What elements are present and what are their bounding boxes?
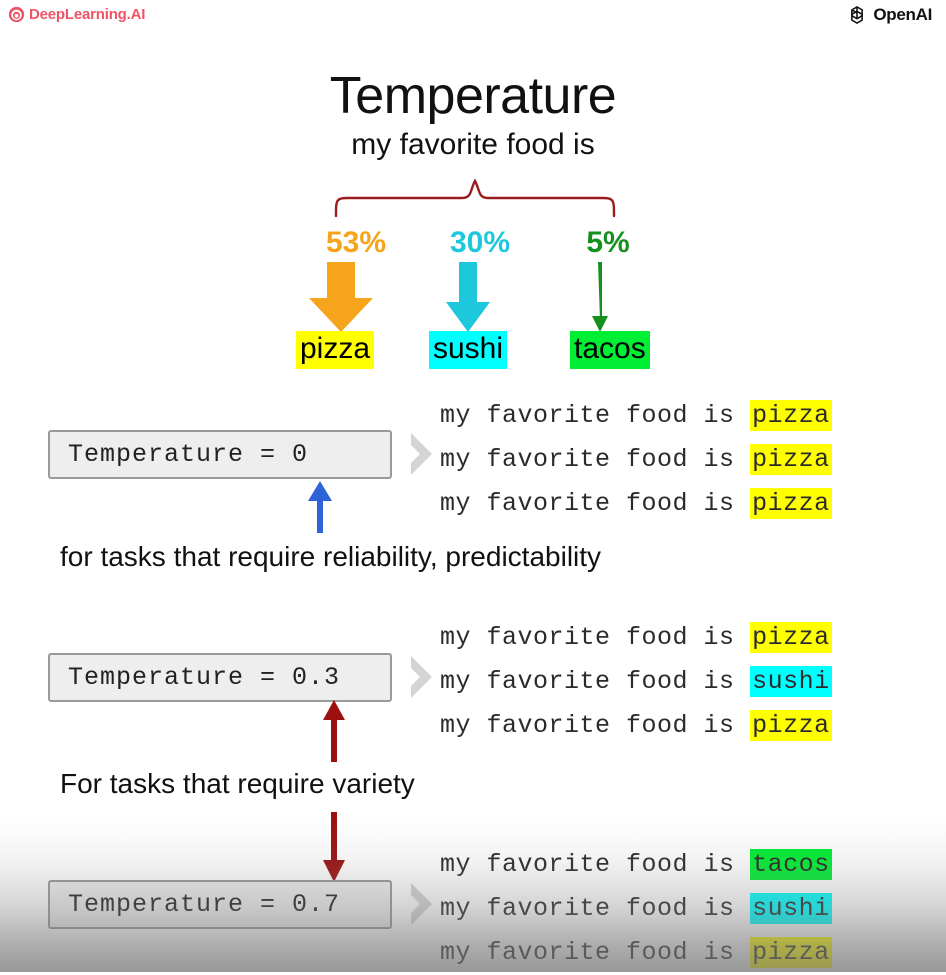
output-token: pizza <box>750 937 832 968</box>
output-token: pizza <box>750 488 832 519</box>
dark-red-down-arrow-icon <box>320 812 348 882</box>
output-line: my favorite food is sushi <box>440 887 832 931</box>
page-title: Temperature <box>329 67 617 125</box>
temperature-field-03-label: Temperature = 0.3 <box>68 663 341 692</box>
output-prefix: my favorite food is <box>440 850 751 879</box>
temperature-field-07[interactable]: Temperature = 0.7 <box>48 880 392 929</box>
output-list-temperature-03: my favorite food is pizza my favorite fo… <box>440 616 832 748</box>
output-line: my favorite food is pizza <box>440 438 832 482</box>
output-prefix: my favorite food is <box>440 445 751 474</box>
token-probability-sushi: 30% <box>449 226 511 259</box>
output-prefix: my favorite food is <box>440 489 751 518</box>
output-prefix: my favorite food is <box>440 623 751 652</box>
thin-down-arrow-icon <box>584 262 616 334</box>
temperature-field-07-label: Temperature = 0.7 <box>68 890 341 919</box>
output-token: sushi <box>750 666 832 697</box>
distribution-brace-icon <box>330 178 620 218</box>
token-label-tacos: tacos <box>570 331 650 369</box>
page-subtitle: my favorite food is <box>351 128 595 161</box>
temperature-field-0[interactable]: Temperature = 0 <box>48 430 392 479</box>
output-line: my favorite food is pizza <box>440 394 832 438</box>
chevron-right-icon <box>406 881 436 927</box>
blue-up-arrow-icon <box>306 481 334 533</box>
output-token: pizza <box>750 400 832 431</box>
temperature-field-03[interactable]: Temperature = 0.3 <box>48 653 392 702</box>
dark-red-up-arrow-icon <box>320 700 348 762</box>
output-prefix: my favorite food is <box>440 938 751 967</box>
output-line: my favorite food is pizza <box>440 931 832 975</box>
output-line: my favorite food is tacos <box>440 843 832 887</box>
openai-knot-icon <box>846 4 868 26</box>
output-prefix: my favorite food is <box>440 711 751 740</box>
token-label-sushi: sushi <box>429 331 508 369</box>
medium-down-arrow-icon <box>443 262 493 334</box>
deeplearning-ai-logo: DeepLearning.AI <box>8 6 145 23</box>
output-prefix: my favorite food is <box>440 894 751 923</box>
output-token: sushi <box>750 893 832 924</box>
thick-down-arrow-icon <box>305 262 377 334</box>
chevron-right-icon <box>406 431 436 477</box>
output-prefix: my favorite food is <box>440 401 751 430</box>
slide-canvas: DeepLearning.AI OpenAI Temperature my fa… <box>0 0 946 972</box>
token-probability-tacos: 5% <box>586 226 630 259</box>
token-label-pizza: pizza <box>296 331 375 369</box>
chevron-right-icon <box>406 654 436 700</box>
token-probability-pizza: 53% <box>325 226 387 259</box>
output-token: pizza <box>750 622 832 653</box>
output-line: my favorite food is sushi <box>440 660 832 704</box>
openai-logo: OpenAI <box>846 4 932 26</box>
temperature-field-0-label: Temperature = 0 <box>68 440 309 469</box>
output-list-temperature-0: my favorite food is pizza my favorite fo… <box>440 394 832 526</box>
caption-reliability: for tasks that require reliability, pred… <box>60 541 602 572</box>
output-token: pizza <box>750 710 832 741</box>
openai-wordmark: OpenAI <box>873 5 932 24</box>
output-token: pizza <box>750 444 832 475</box>
output-list-temperature-07: my favorite food is tacos my favorite fo… <box>440 843 832 975</box>
output-line: my favorite food is pizza <box>440 482 832 526</box>
output-token: tacos <box>750 849 832 880</box>
output-line: my favorite food is pizza <box>440 616 832 660</box>
output-prefix: my favorite food is <box>440 667 751 696</box>
deeplearning-ai-wordmark: DeepLearning.AI <box>29 6 146 23</box>
caption-variety: For tasks that require variety <box>60 768 415 799</box>
deeplearning-spiral-icon <box>8 6 25 23</box>
output-line: my favorite food is pizza <box>440 704 832 748</box>
